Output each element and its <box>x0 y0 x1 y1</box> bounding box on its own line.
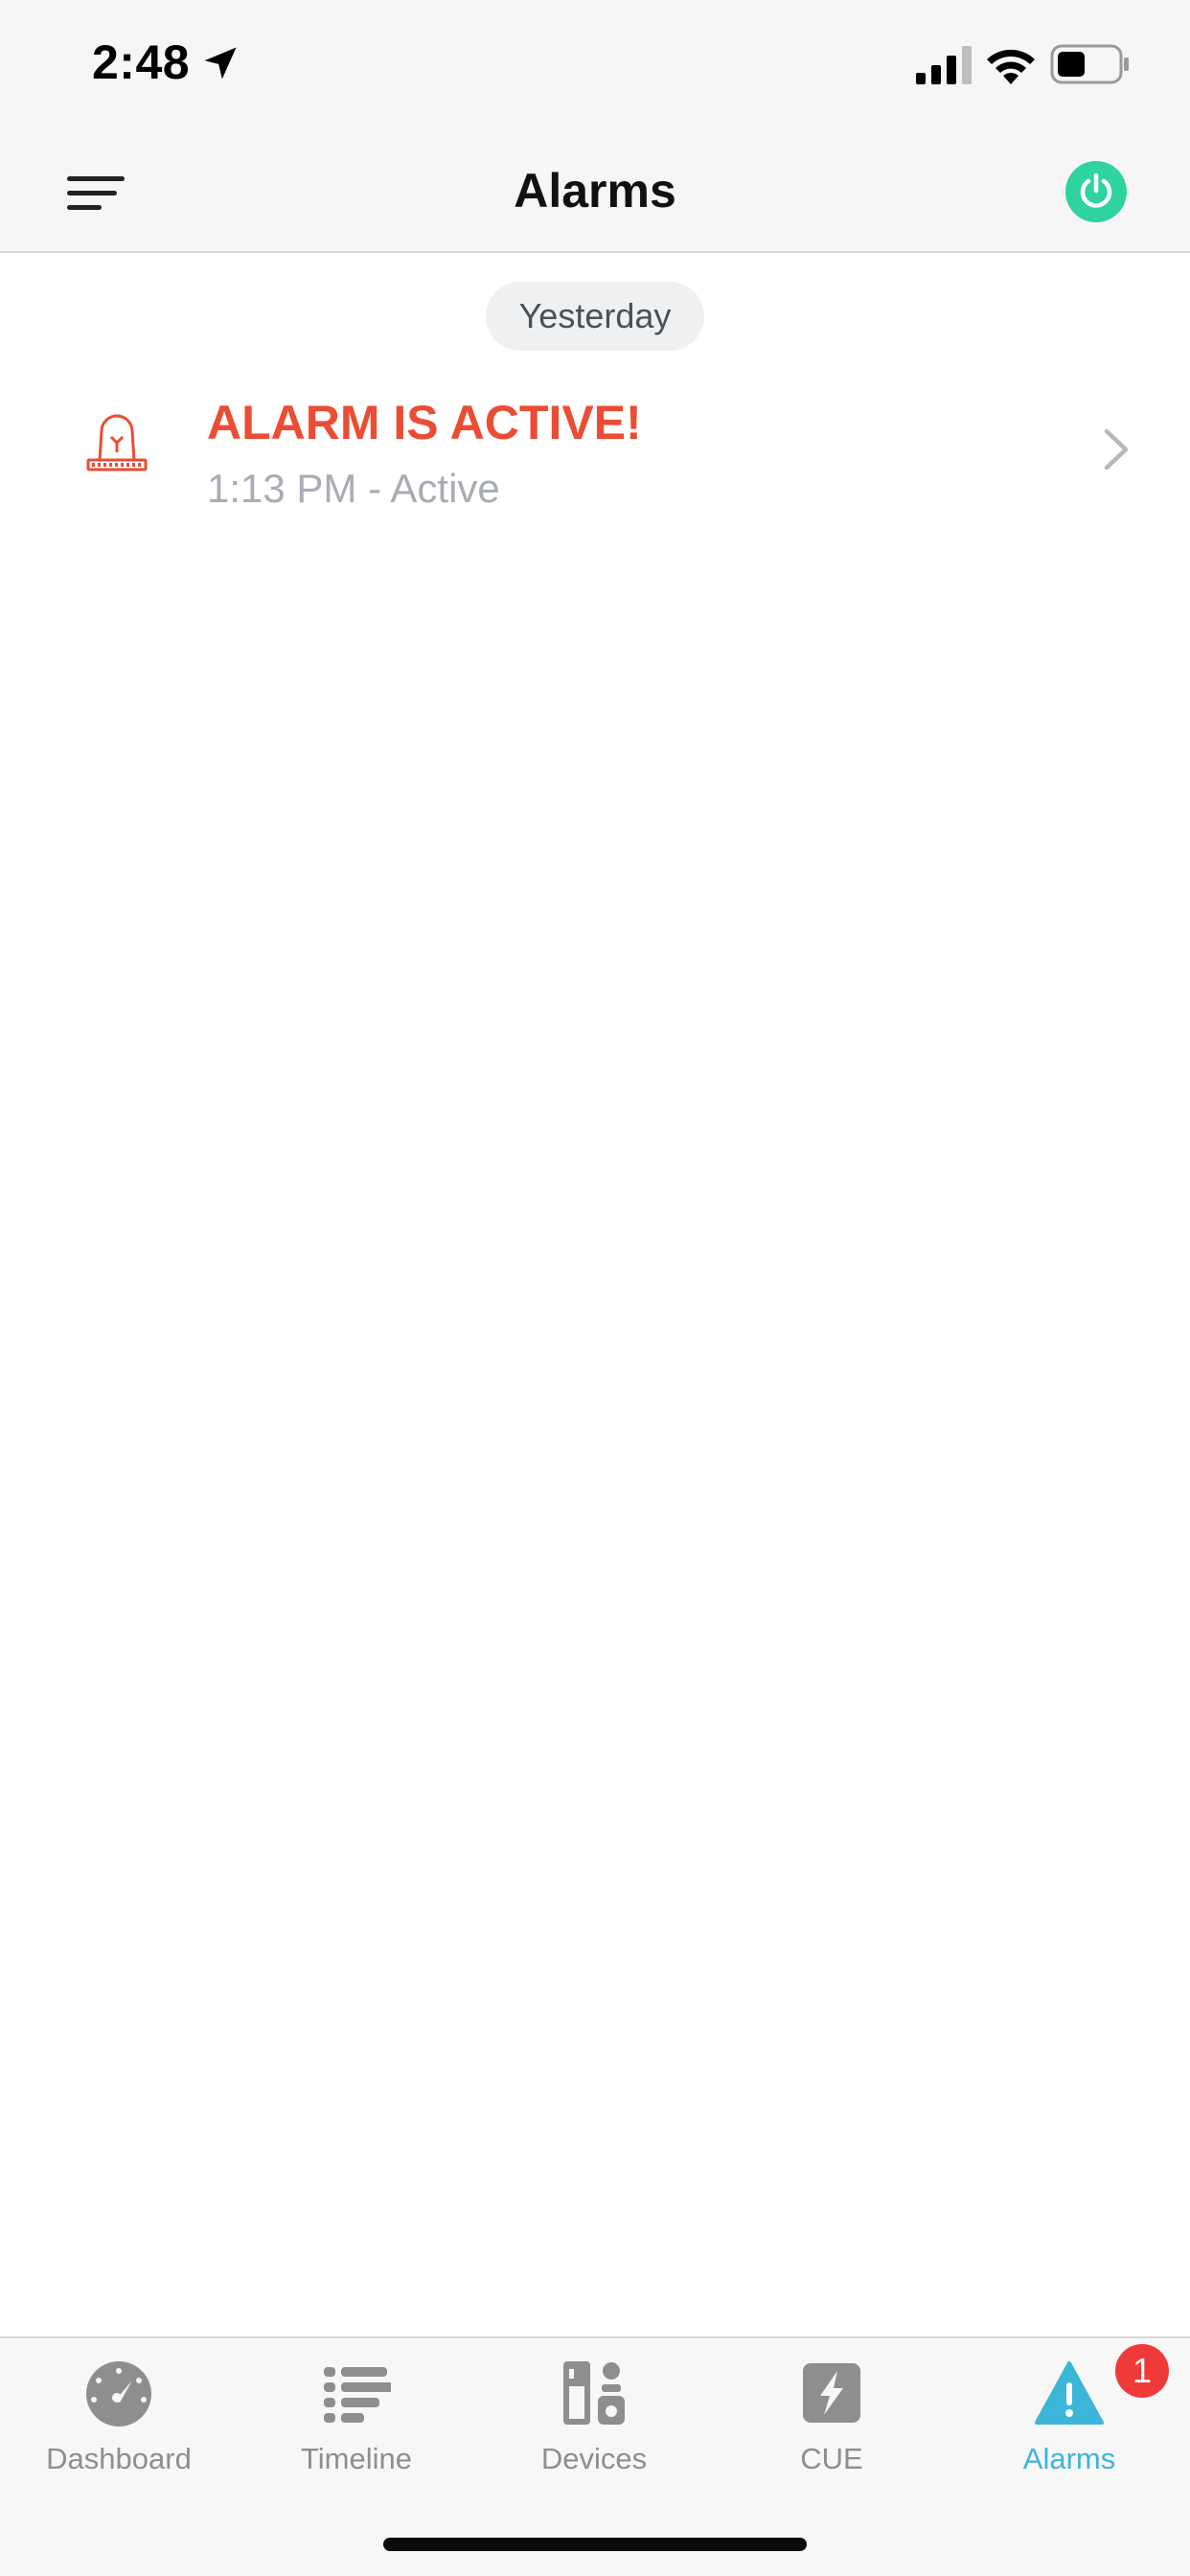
tab-timeline[interactable]: Timeline <box>238 2338 475 2511</box>
tab-label: Timeline <box>301 2442 412 2475</box>
alarm-title: ALARM IS ACTIVE! <box>207 396 642 449</box>
alarms-screen: 2:48 Alarms Yesterday ALARM IS ACTIVE! 1… <box>0 0 1190 2576</box>
navigation-bar: Alarms <box>0 134 1190 253</box>
tab-label: Dashboard <box>46 2442 192 2475</box>
home-indicator[interactable] <box>383 2538 807 2551</box>
status-time: 2:48 <box>92 35 191 89</box>
power-button[interactable] <box>1065 161 1127 222</box>
tab-alarms[interactable]: Alarms 1 <box>950 2338 1188 2511</box>
tab-label: CUE <box>800 2442 863 2475</box>
tab-label: Alarms <box>1022 2442 1116 2475</box>
chevron-right-icon <box>1104 428 1129 471</box>
notification-badge: 1 <box>1115 2344 1169 2398</box>
timeline-list-icon <box>324 2367 391 2423</box>
tab-devices[interactable]: Devices <box>475 2338 713 2511</box>
siren-icon <box>86 414 148 472</box>
tab-label: Devices <box>540 2442 648 2475</box>
power-icon <box>1080 172 1112 208</box>
status-bar: 2:48 <box>0 0 1190 134</box>
date-section-label: Yesterday <box>486 282 704 351</box>
alarm-warning-icon <box>1035 2361 1104 2425</box>
alarm-timestamp-status: 1:13 PM - Active <box>207 466 500 511</box>
location-arrow-icon <box>204 47 237 80</box>
page-title: Alarms <box>514 164 676 218</box>
battery-icon <box>1050 44 1129 84</box>
wifi-icon <box>987 49 1035 84</box>
cue-bolt-icon <box>803 2363 860 2423</box>
dashboard-gauge-icon <box>86 2361 151 2426</box>
tab-cue[interactable]: CUE <box>713 2338 950 2511</box>
alarm-list-item[interactable]: ALARM IS ACTIVE! 1:13 PM - Active <box>0 374 1190 527</box>
devices-icon <box>563 2361 625 2425</box>
cellular-signal-icon <box>916 46 972 84</box>
tab-dashboard[interactable]: Dashboard <box>0 2338 238 2511</box>
